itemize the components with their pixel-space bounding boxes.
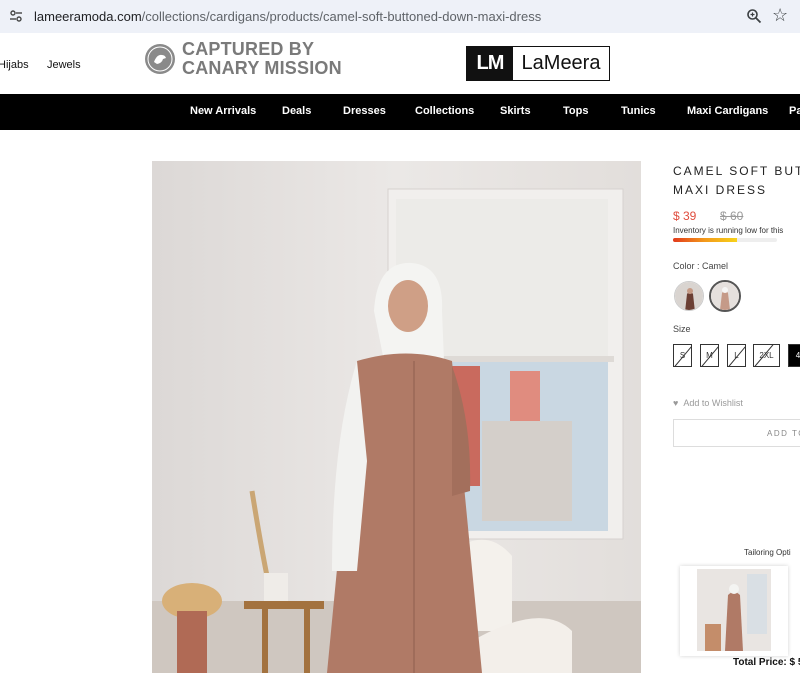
nav-new-arrivals[interactable]: New Arrivals xyxy=(190,105,256,117)
link-hijabs[interactable]: Hijabs xyxy=(0,59,29,71)
size-option-4[interactable]: 4 xyxy=(788,344,800,367)
size-option-m[interactable]: M xyxy=(700,344,719,367)
canary-bird-icon xyxy=(145,44,175,74)
link-jewels[interactable]: Jewels xyxy=(47,59,81,71)
logo-mark: LM xyxy=(467,47,513,80)
color-swatch-1[interactable] xyxy=(674,281,704,311)
size-option-l[interactable]: L xyxy=(727,344,746,367)
nav-more[interactable]: Pa xyxy=(789,105,800,117)
tailoring-thumbnail-image xyxy=(697,569,771,651)
heart-icon: ♥ xyxy=(673,398,679,408)
wishlist-label: Add to Wishlist xyxy=(683,398,743,408)
watermark-text: CAPTURED BY CANARY MISSION xyxy=(182,40,342,78)
inventory-notice: Inventory is running low for this xyxy=(673,226,784,235)
product-page: CAMEL SOFT BUTT MAXI DRESS $ 39 $ 60 Inv… xyxy=(0,130,800,673)
tailoring-thumbnail[interactable] xyxy=(680,566,788,656)
add-to-cart-button[interactable]: ADD TO xyxy=(673,419,800,447)
nav-dresses[interactable]: Dresses xyxy=(343,105,386,117)
nav-collections[interactable]: Collections xyxy=(415,105,474,117)
watermark-line-2: CANARY MISSION xyxy=(182,58,342,78)
zoom-icon[interactable] xyxy=(746,8,762,24)
url-text[interactable]: lameeramoda.com/collections/cardigans/pr… xyxy=(34,9,541,24)
size-label: Size xyxy=(673,324,691,334)
color-label: Color : Camel xyxy=(673,261,729,271)
tailoring-options-label: Tailoring Opti xyxy=(744,548,791,557)
color-swatch-camel[interactable] xyxy=(709,280,741,312)
nav-maxi-cardigans[interactable]: Maxi Cardigans xyxy=(687,105,768,117)
inventory-bar xyxy=(673,238,777,242)
product-title-line-1: CAMEL SOFT BUTT xyxy=(673,164,800,178)
logo-name: LaMeera xyxy=(521,52,601,74)
bookmark-star-icon[interactable]: ☆ xyxy=(772,6,788,24)
store-header: Hijabs Jewels CAPTURED BY CANARY MISSION… xyxy=(0,33,800,94)
size-option-s[interactable]: S xyxy=(673,344,692,367)
current-price: $ 39 xyxy=(673,209,697,223)
size-option-2xl[interactable]: 2XL xyxy=(753,344,780,367)
product-title-line-2: MAXI DRESS xyxy=(673,183,768,197)
old-price: $ 60 xyxy=(720,209,744,223)
product-photo[interactable] xyxy=(152,161,641,673)
watermark-line-1: CAPTURED BY xyxy=(182,39,315,59)
nav-skirts[interactable]: Skirts xyxy=(500,105,531,117)
nav-deals[interactable]: Deals xyxy=(282,105,311,117)
product-title: CAMEL SOFT BUTT MAXI DRESS xyxy=(673,162,800,200)
main-navigation: New Arrivals Deals Dresses Collections S… xyxy=(0,94,800,130)
nav-tops[interactable]: Tops xyxy=(563,105,588,117)
wishlist-link[interactable]: ♥ Add to Wishlist xyxy=(673,398,743,408)
nav-tunics[interactable]: Tunics xyxy=(621,105,656,117)
store-logo[interactable]: LM LaMeera xyxy=(466,46,610,81)
total-price: Total Price: $ 5 xyxy=(733,657,800,668)
url-path: /collections/cardigans/products/camel-so… xyxy=(141,9,542,24)
inventory-bar-fill xyxy=(673,238,738,242)
browser-address-bar[interactable]: lameeramoda.com/collections/cardigans/pr… xyxy=(0,0,800,33)
tune-icon[interactable] xyxy=(9,9,23,23)
url-domain: lameeramoda.com xyxy=(34,9,142,24)
